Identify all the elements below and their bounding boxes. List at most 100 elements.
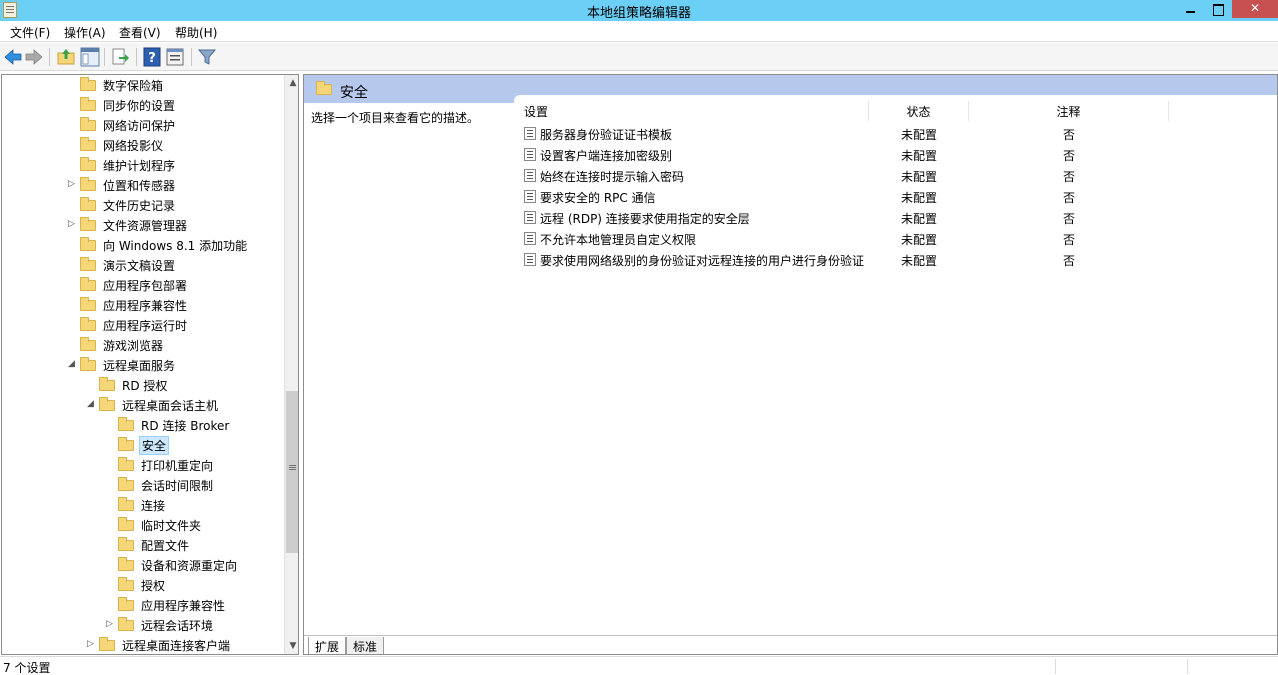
folder-icon <box>80 257 96 271</box>
view-tabs: 扩展 标准 <box>304 635 1277 654</box>
policy-setting-icon <box>524 253 536 266</box>
expand-arrow-icon[interactable]: ▷ <box>106 619 116 629</box>
tree-scrollbar[interactable]: ▲ ▼ <box>284 75 298 654</box>
setting-name: 服务器身份验证证书模板 <box>540 128 673 142</box>
expand-arrow-icon[interactable]: ▷ <box>68 179 78 189</box>
tree-item-label: 连接 <box>141 499 166 513</box>
show-hide-tree-icon[interactable] <box>80 47 100 67</box>
folder-icon <box>80 157 96 171</box>
folder-icon <box>118 417 134 431</box>
back-icon[interactable] <box>3 47 23 67</box>
folder-icon <box>80 317 96 331</box>
svg-text:?: ? <box>148 51 156 66</box>
expand-arrow-icon[interactable]: ◢ <box>87 399 97 409</box>
table-row[interactable]: 远程 (RDP) 连接要求使用指定的安全层 未配置 否 <box>514 207 1277 228</box>
scroll-up-icon[interactable]: ▲ <box>285 75 298 91</box>
folder-icon <box>80 357 96 371</box>
folder-icon <box>99 637 115 651</box>
tab-extended[interactable]: 扩展 <box>308 637 347 654</box>
table-row[interactable]: 要求使用网络级别的身份验证对远程连接的用户进行身份验证 未配置 否 <box>514 249 1277 270</box>
properties-icon[interactable] <box>165 47 185 67</box>
tree-item-label: RD 授权 <box>122 379 168 393</box>
tree-item-label: 游戏浏览器 <box>103 339 164 353</box>
tree-item-label: 维护计划程序 <box>103 159 176 173</box>
tree-item-label: 远程桌面服务 <box>103 359 176 373</box>
up-folder-icon[interactable] <box>56 47 76 67</box>
folder-icon <box>80 237 96 251</box>
setting-state: 未配置 <box>900 128 937 142</box>
help-icon[interactable]: ? <box>142 47 162 67</box>
scroll-down-icon[interactable]: ▼ <box>285 638 298 654</box>
folder-icon <box>316 81 332 95</box>
column-header-note[interactable]: 注释 <box>969 101 1169 121</box>
console-tree: 数字保险箱 同步你的设置 网络访问保护 网络投影仪 维护计划程序 ▷ 位置和传感器 文件历史记… <box>1 74 299 655</box>
expand-arrow-icon[interactable]: ▷ <box>87 639 97 649</box>
window-title: 本地组策略编辑器 <box>586 6 691 21</box>
setting-state: 未配置 <box>900 191 937 205</box>
policy-setting-icon <box>524 148 536 161</box>
description-text: 选择一个项目来查看它的描述。 <box>311 111 480 125</box>
table-row[interactable]: 服务器身份验证证书模板 未配置 否 <box>514 123 1277 144</box>
setting-note: 否 <box>1062 254 1075 268</box>
folder-icon <box>118 517 134 531</box>
close-button[interactable]: ✕ <box>1232 0 1278 18</box>
table-row[interactable]: 要求安全的 RPC 通信 未配置 否 <box>514 186 1277 207</box>
tree-item-label: RD 连接 Broker <box>141 419 230 433</box>
expand-arrow-icon[interactable]: ◢ <box>68 359 78 369</box>
menu-bar: 文件(F) 操作(A) 查看(V) 帮助(H) <box>0 21 1278 42</box>
export-list-icon[interactable] <box>110 47 130 67</box>
tree-item-label: 设备和资源重定向 <box>141 559 238 573</box>
filter-icon[interactable] <box>197 47 217 67</box>
folder-icon <box>118 557 134 571</box>
settings-list: 设置 状态 注释 服务器身份验证证书模板 未配置否设置客户端连接加密级别 未配置否始… <box>514 95 1277 633</box>
setting-state: 未配置 <box>900 212 937 226</box>
folder-icon <box>80 337 96 351</box>
setting-name: 要求使用网络级别的身份验证对远程连接的用户进行身份验证 <box>540 254 865 268</box>
tree-item-label: 网络访问保护 <box>103 119 176 133</box>
folder-icon <box>118 497 134 511</box>
folder-icon <box>118 537 134 551</box>
tree-item-label: 文件历史记录 <box>103 199 176 213</box>
folder-icon <box>80 277 96 291</box>
tree-item-label: 同步你的设置 <box>103 99 176 113</box>
toolbar: ? <box>0 43 1278 71</box>
menu-file[interactable]: 文件(F) <box>10 24 50 41</box>
scroll-thumb[interactable] <box>286 391 298 553</box>
policy-setting-icon <box>524 190 536 203</box>
menu-view[interactable]: 查看(V) <box>119 24 161 41</box>
setting-name: 要求安全的 RPC 通信 <box>540 191 656 205</box>
policy-setting-icon <box>524 127 536 140</box>
tree-item-label: 应用程序兼容性 <box>103 299 188 313</box>
setting-name: 设置客户端连接加密级别 <box>540 149 673 163</box>
tree-item-label: 会话时间限制 <box>141 479 214 493</box>
setting-note: 否 <box>1062 149 1075 163</box>
table-row[interactable]: 不允许本地管理员自定义权限 未配置 否 <box>514 228 1277 249</box>
setting-name: 不允许本地管理员自定义权限 <box>540 233 697 247</box>
policy-setting-icon <box>524 232 536 245</box>
folder-icon <box>118 437 134 451</box>
minimize-button[interactable] <box>1177 0 1204 18</box>
maximize-button[interactable] <box>1205 0 1231 18</box>
policy-setting-icon <box>524 211 536 224</box>
tree-item-label: 数字保险箱 <box>103 79 164 93</box>
folder-icon <box>80 77 96 91</box>
table-row[interactable]: 始终在连接时提示输入密码 未配置 否 <box>514 165 1277 186</box>
menu-help[interactable]: 帮助(H) <box>175 24 217 41</box>
folder-icon <box>118 577 134 591</box>
column-header-state[interactable]: 状态 <box>869 101 969 121</box>
menu-action[interactable]: 操作(A) <box>64 24 106 41</box>
folder-icon <box>80 217 96 231</box>
column-header-setting[interactable]: 设置 <box>514 101 869 121</box>
tree-item-label: 远程桌面连接客户端 <box>122 639 231 653</box>
expand-arrow-icon[interactable]: ▷ <box>68 219 78 229</box>
table-row[interactable]: 设置客户端连接加密级别 未配置 否 <box>514 144 1277 165</box>
setting-name: 远程 (RDP) 连接要求使用指定的安全层 <box>540 212 750 226</box>
folder-icon <box>80 177 96 191</box>
folder-icon <box>80 97 96 111</box>
tab-standard[interactable]: 标准 <box>346 637 385 654</box>
tree-item-label: 远程会话环境 <box>141 619 214 633</box>
setting-state: 未配置 <box>900 233 937 247</box>
setting-note: 否 <box>1062 191 1075 205</box>
forward-icon[interactable] <box>24 47 44 67</box>
folder-icon <box>118 597 134 611</box>
